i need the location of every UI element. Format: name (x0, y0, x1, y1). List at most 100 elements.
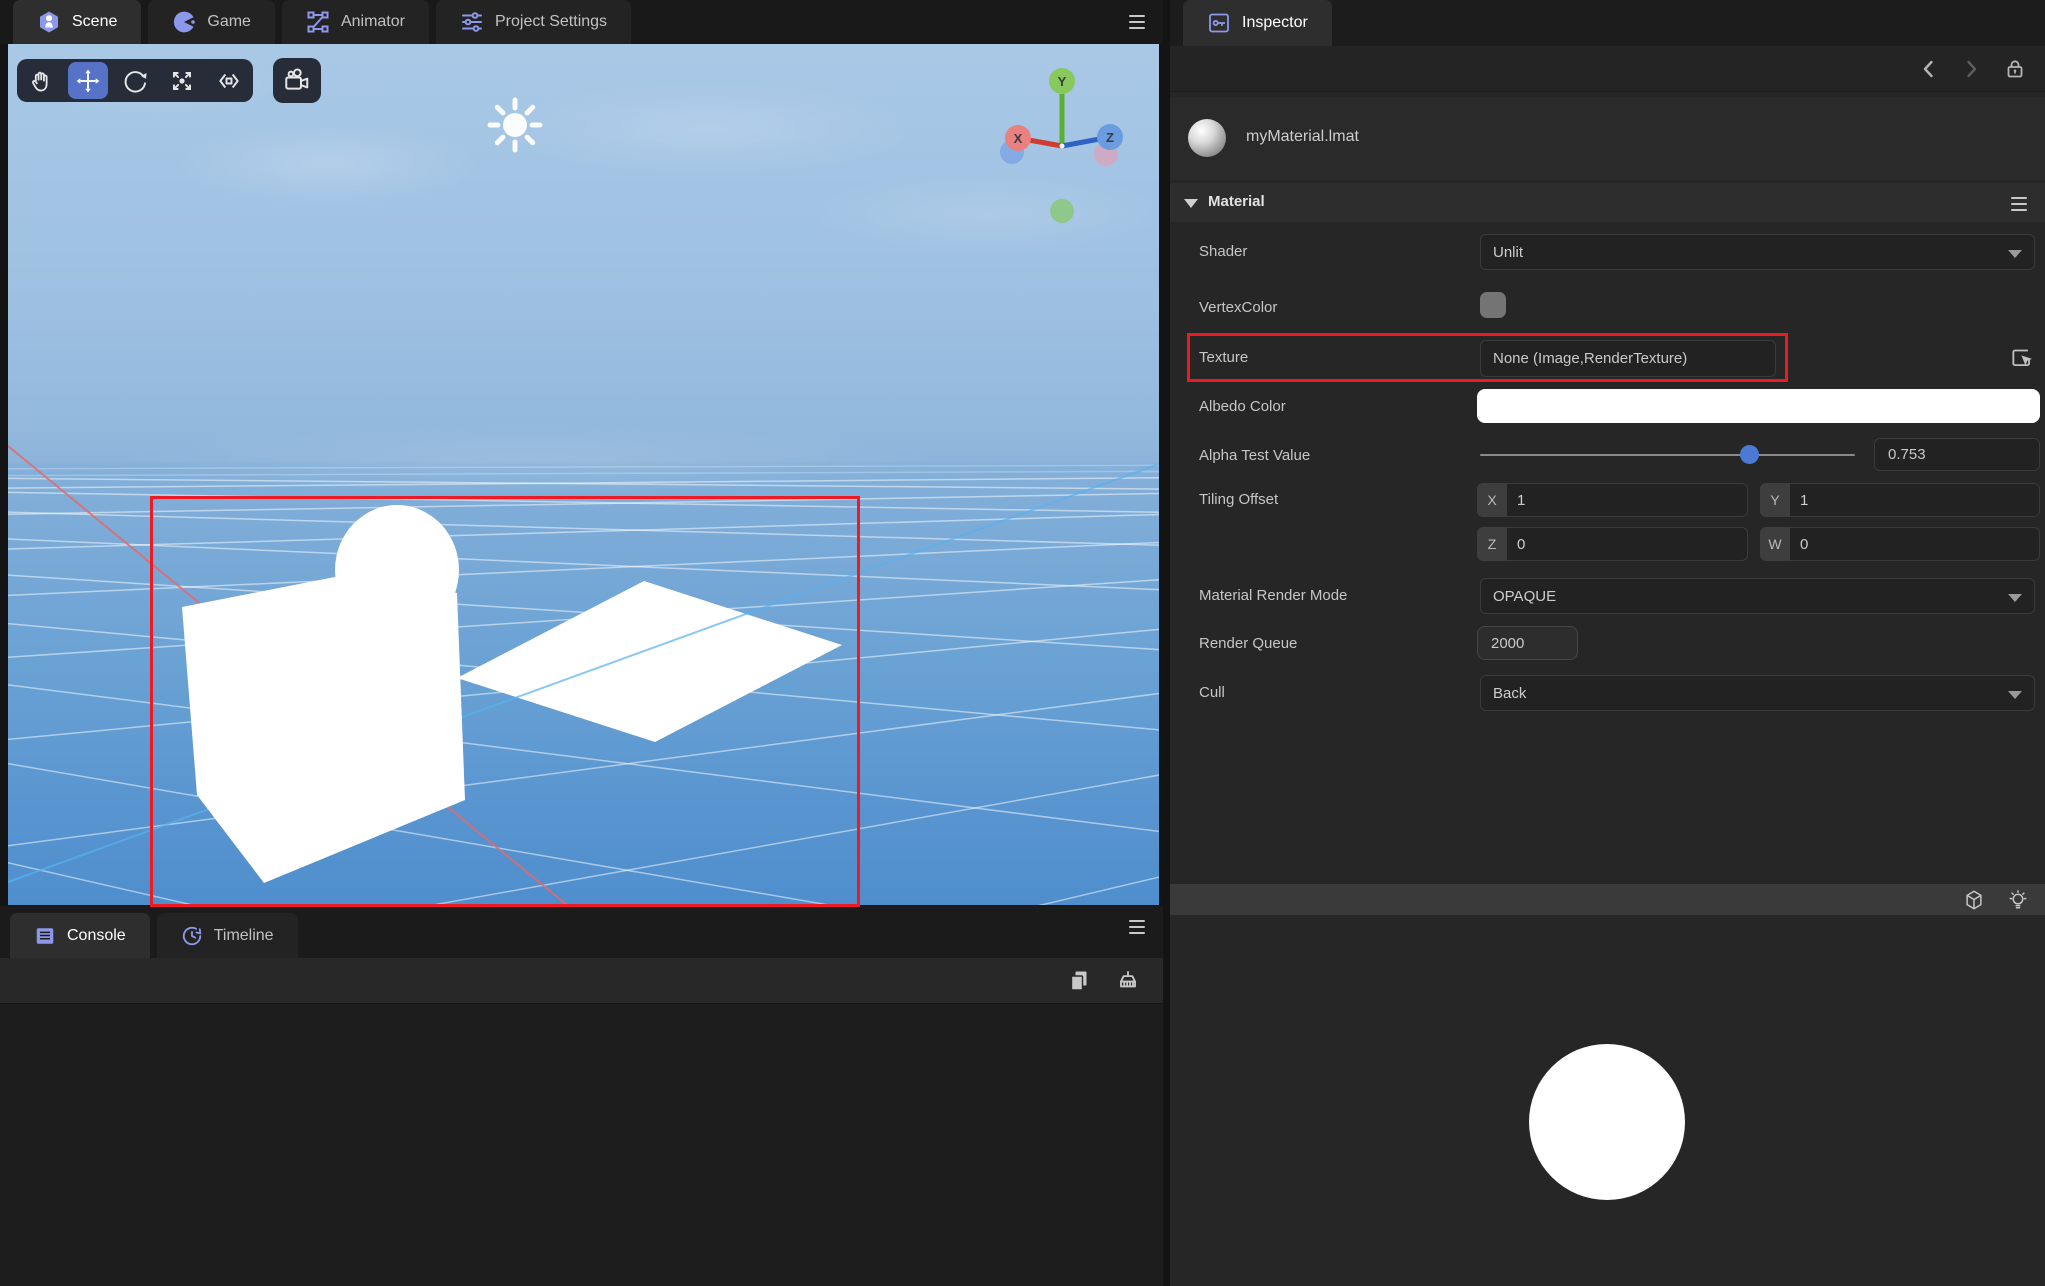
game-icon (172, 10, 196, 34)
alpha-test-label: Alpha Test Value (1199, 447, 1310, 464)
z-axis-line (8, 464, 1159, 882)
scale-tool-button[interactable] (162, 62, 202, 99)
bottom-tabbar: Console Timeline (0, 906, 1163, 958)
scene-panel-menu-icon[interactable] (1127, 11, 1147, 31)
copy-icon[interactable] (1067, 969, 1091, 993)
shader-label: Shader (1199, 243, 1247, 260)
move-icon (75, 68, 101, 94)
inspector-tabbar: Inspector (1170, 0, 2045, 46)
asset-name: myMaterial.lmat (1246, 128, 1359, 146)
history-forward-icon[interactable] (1959, 57, 1983, 81)
texture-picker-button[interactable] (2008, 343, 2036, 371)
render-queue-label: Render Queue (1199, 635, 1297, 652)
inspector-icon (1207, 11, 1231, 35)
tiling-z-input[interactable]: 0 (1507, 527, 1748, 561)
alpha-test-slider-thumb[interactable] (1740, 445, 1759, 464)
cull-dropdown[interactable]: Back (1480, 675, 2035, 711)
preview-toolbar (1170, 884, 2045, 915)
rect-transform-icon (216, 68, 242, 94)
scale-icon (169, 68, 195, 94)
cull-label: Cull (1199, 684, 1225, 701)
tab-game-label: Game (207, 13, 251, 31)
tab-timeline-label: Timeline (214, 927, 274, 945)
material-menu-icon[interactable] (2009, 193, 2029, 213)
tiling-z-value: 0 (1517, 536, 1525, 553)
console-output-area[interactable] (0, 1004, 1163, 1286)
asset-header-row: myMaterial.lmat (1170, 97, 2045, 180)
console-panel-menu-icon[interactable] (1127, 916, 1147, 936)
gizmo-z-label: Z (1106, 130, 1114, 145)
clear-broom-icon[interactable] (1115, 968, 1141, 994)
vertex-color-label: VertexColor (1199, 299, 1277, 316)
rotate-tool-button[interactable] (115, 62, 155, 99)
tiling-y-group: Y 1 (1760, 483, 2040, 517)
material-section-header[interactable]: Material (1170, 183, 2045, 222)
editor-window: Scene Game Animator Project S (0, 0, 2045, 1286)
albedo-color-swatch[interactable] (1477, 389, 2040, 423)
tab-project-settings[interactable]: Project Settings (436, 0, 631, 44)
alpha-test-value: 0.753 (1888, 446, 1926, 463)
shader-dropdown[interactable]: Unlit (1480, 234, 2035, 270)
sun-light-gizmo[interactable] (487, 97, 543, 153)
history-back-icon[interactable] (1917, 57, 1941, 81)
orientation-gizmo[interactable]: Y X Z (963, 59, 1159, 239)
project-settings-icon (460, 10, 484, 34)
tab-console[interactable]: Console (10, 913, 150, 958)
gizmo-y-label: Y (1058, 74, 1067, 89)
timeline-icon (181, 925, 203, 947)
move-tool-button[interactable] (68, 62, 108, 99)
tiling-w-input[interactable]: 0 (1790, 527, 2040, 561)
preview-light-bulb-icon[interactable] (2007, 889, 2029, 911)
camera-preview-button[interactable] (273, 58, 321, 103)
inspector-nav-row (1170, 46, 2045, 92)
tiling-x-prefix: X (1477, 483, 1507, 517)
console-icon (34, 925, 56, 947)
render-queue-field[interactable]: 2000 (1477, 626, 1578, 660)
render-queue-value: 2000 (1491, 635, 1524, 652)
tiling-x-input[interactable]: 1 (1507, 483, 1748, 517)
render-mode-label: Material Render Mode (1199, 587, 1347, 604)
camera-icon (283, 67, 311, 95)
hand-tool-button[interactable] (21, 62, 61, 99)
tiling-z-prefix: Z (1477, 527, 1507, 561)
material-preview-sphere (1529, 1044, 1685, 1200)
tiling-y-prefix: Y (1760, 483, 1790, 517)
collapse-caret-icon[interactable] (1184, 199, 1198, 208)
animator-icon (306, 10, 330, 34)
render-mode-value: OPAQUE (1493, 588, 1556, 605)
preview-mesh-cube-icon[interactable] (1963, 889, 1985, 911)
texture-field[interactable]: None (Image,RenderTexture) (1480, 340, 1776, 377)
tab-inspector-label: Inspector (1242, 14, 1308, 32)
scene-viewport[interactable]: Y X Z (8, 44, 1159, 905)
tiling-offset-label: Tiling Offset (1199, 491, 1278, 508)
rotate-icon (122, 68, 148, 94)
material-section-title: Material (1208, 193, 1265, 210)
tab-game[interactable]: Game (148, 0, 275, 44)
alpha-test-slider-track[interactable] (1480, 454, 1855, 456)
alpha-test-value-field[interactable]: 0.753 (1874, 438, 2040, 471)
gizmo-x-label: X (1014, 131, 1023, 146)
gizmo-neg-y-ball[interactable] (1050, 199, 1074, 223)
lock-icon[interactable] (2003, 57, 2027, 81)
console-toolbar (0, 958, 1163, 1004)
albedo-color-label: Albedo Color (1199, 398, 1286, 415)
inspector-panel: Inspector myMaterial.lmat Material (1170, 0, 2045, 1286)
rect-tool-button[interactable] (209, 62, 249, 99)
cube-mesh[interactable] (182, 574, 465, 883)
tab-scene[interactable]: Scene (13, 0, 141, 44)
tab-console-label: Console (67, 927, 126, 945)
tiling-x-group: X 1 (1477, 483, 1748, 517)
tab-animator-label: Animator (341, 13, 405, 31)
vertex-color-checkbox[interactable] (1480, 292, 1506, 318)
asset-picker-icon (2009, 344, 2035, 370)
render-mode-dropdown[interactable]: OPAQUE (1480, 578, 2035, 614)
tab-animator[interactable]: Animator (282, 0, 429, 44)
cull-value: Back (1493, 685, 1526, 702)
tab-timeline[interactable]: Timeline (157, 913, 298, 958)
tiling-x-value: 1 (1517, 492, 1525, 509)
tab-project-settings-label: Project Settings (495, 13, 607, 31)
texture-value: None (Image,RenderTexture) (1493, 350, 1687, 367)
material-preview-area[interactable] (1170, 915, 2045, 1286)
tab-inspector[interactable]: Inspector (1183, 0, 1332, 46)
tiling-y-input[interactable]: 1 (1790, 483, 2040, 517)
